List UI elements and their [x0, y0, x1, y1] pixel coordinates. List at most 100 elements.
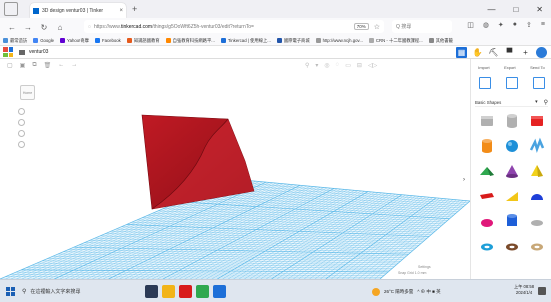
zoom-fit-icon[interactable]: [18, 108, 25, 115]
light-icon[interactable]: ⚲: [305, 62, 309, 69]
cylinder-hole-shape[interactable]: [499, 112, 524, 130]
workplane-viewport[interactable]: Home › Settings Snap Grid 1.0 mm: [0, 71, 470, 279]
import-button[interactable]: Import: [478, 65, 489, 70]
weather-icon[interactable]: [372, 287, 380, 296]
avatar[interactable]: [536, 47, 547, 58]
bookmark-item[interactable]: 其他書籤: [428, 38, 453, 44]
flip-icon[interactable]: ◁▷: [368, 62, 377, 69]
search-icon[interactable]: ⚲: [544, 99, 548, 106]
paraboloid-shape[interactable]: [474, 212, 499, 230]
taskview-icon[interactable]: [145, 285, 158, 298]
ungroup-icon[interactable]: ◌: [336, 62, 340, 68]
project-name[interactable]: ventur03: [29, 49, 48, 55]
chevron-down-icon[interactable]: ▾: [535, 99, 538, 105]
delete-icon[interactable]: 🗑: [44, 62, 52, 69]
bookmark-item[interactable]: 國際電子商城: [276, 38, 310, 44]
import-icon[interactable]: [478, 77, 491, 89]
tinkercad-logo[interactable]: [3, 47, 13, 57]
search-input[interactable]: Q 搜尋: [392, 20, 452, 33]
box-shape[interactable]: [525, 112, 550, 130]
bookmark-item[interactable]: 最常造訪: [3, 38, 27, 44]
clock[interactable]: 上午 08:58 2024/1/4: [514, 284, 534, 296]
settings-link[interactable]: Settings: [418, 265, 431, 269]
bookmark-item[interactable]: Tinkercad | 使用線上...: [220, 38, 271, 44]
collapse-panel-icon[interactable]: ›: [463, 177, 465, 183]
zoom-indicator[interactable]: 70%: [353, 23, 369, 30]
roof-shape[interactable]: [474, 162, 499, 180]
notification-icon[interactable]: [538, 287, 546, 295]
extension-icon[interactable]: ✦: [498, 21, 504, 29]
text-shape[interactable]: [474, 187, 499, 205]
address-bar[interactable]: ◌ https://www. tinkercad.com /things/g5O…: [84, 20, 384, 33]
bookmark-item[interactable]: Facebook: [94, 38, 121, 43]
paste-icon[interactable]: ▣: [20, 62, 26, 69]
star-shape[interactable]: [525, 212, 550, 230]
tab-close-icon[interactable]: ×: [119, 8, 123, 14]
taskbar-search[interactable]: ⚲ 在這裡輸入文字來搜尋: [22, 285, 137, 298]
wedge-shape[interactable]: [499, 187, 524, 205]
store-icon[interactable]: [213, 285, 226, 298]
polygon-shape[interactable]: [525, 237, 550, 255]
weather-text[interactable]: 26°C 陽時多雲: [384, 289, 413, 295]
torus-shape[interactable]: [474, 237, 499, 255]
heart-shape[interactable]: [499, 237, 524, 255]
grid-view-icon[interactable]: ▦: [456, 47, 467, 58]
scribble-shape[interactable]: [525, 137, 550, 155]
workplane-canvas[interactable]: [0, 71, 470, 279]
group-icon[interactable]: ◎: [324, 62, 329, 69]
file-explorer-icon[interactable]: [162, 285, 175, 298]
windows-start-icon[interactable]: [6, 287, 15, 296]
bookmark-item[interactable]: CRN - 十二年國教課程...: [368, 38, 423, 44]
reload-icon[interactable]: ↻: [40, 23, 48, 32]
browser-tab[interactable]: 3D design ventur03 | Tinker ×: [30, 3, 126, 18]
ortho-view-icon[interactable]: [18, 141, 25, 148]
export-button[interactable]: Export: [504, 65, 516, 70]
minimize-button[interactable]: —: [487, 5, 495, 14]
tube-shape[interactable]: [499, 212, 524, 230]
box-hole-shape[interactable]: [474, 112, 499, 130]
send-to-button[interactable]: Send To: [530, 65, 545, 70]
note-icon[interactable]: ▾: [315, 62, 318, 69]
align-icon[interactable]: ▭: [345, 62, 351, 69]
back-icon[interactable]: ←: [8, 23, 16, 32]
bookmark-star-icon[interactable]: ☆: [374, 23, 380, 31]
pyramid-shape[interactable]: [525, 162, 550, 180]
pickaxe-icon[interactable]: ⛏: [488, 47, 499, 58]
pocket-icon[interactable]: ◫: [467, 21, 474, 29]
undo-icon[interactable]: ←: [58, 62, 64, 68]
home-icon[interactable]: ⌂: [56, 23, 64, 32]
new-tab-button[interactable]: +: [132, 4, 137, 14]
tray-icons[interactable]: ^ ⊕ 中 ■ 英: [417, 289, 440, 295]
send-to-icon[interactable]: [532, 77, 545, 89]
hand-icon[interactable]: ✋: [472, 47, 483, 58]
share-icon[interactable]: ⇪: [526, 21, 532, 29]
zoom-out-icon[interactable]: [18, 130, 25, 137]
bookmark-item[interactable]: 自強教育科技網路平...: [165, 38, 215, 44]
redo-icon[interactable]: →: [71, 62, 77, 68]
add-user-icon[interactable]: +: [520, 47, 531, 58]
export-icon[interactable]: [505, 77, 518, 89]
tab-overview-icon[interactable]: [4, 2, 18, 16]
forward-icon[interactable]: →: [24, 23, 32, 32]
shapes-category-select[interactable]: Basic Shapes ▾ ⚲: [475, 98, 548, 107]
duplicate-icon[interactable]: ⧉: [32, 62, 36, 69]
bookmark-item[interactable]: Yahoo!奇摩: [60, 38, 89, 44]
snap-grid-label[interactable]: Snap Grid 1.0 mm: [398, 271, 426, 275]
sphere-shape[interactable]: [499, 137, 524, 155]
cone-shape[interactable]: [499, 162, 524, 180]
copy-icon[interactable]: ▢: [7, 62, 13, 69]
zoom-in-icon[interactable]: [18, 119, 25, 126]
close-window-button[interactable]: ✕: [536, 5, 543, 14]
bookmark-item[interactable]: 知識語國教育: [126, 38, 160, 44]
profile-icon[interactable]: ●: [513, 21, 517, 29]
maximize-button[interactable]: □: [513, 5, 518, 14]
menu-icon[interactable]: ≡: [541, 21, 545, 29]
chrome-icon[interactable]: [196, 285, 209, 298]
half-sphere-shape[interactable]: [525, 187, 550, 205]
opera-icon[interactable]: [179, 285, 192, 298]
account-icon[interactable]: ◍: [483, 21, 489, 29]
bricks-icon[interactable]: ▀: [504, 47, 515, 58]
bookmark-item[interactable]: http://www.ncjh.gov...: [315, 38, 363, 43]
home-view-button[interactable]: Home: [20, 85, 35, 100]
mirror-icon[interactable]: ⊟: [357, 62, 362, 69]
